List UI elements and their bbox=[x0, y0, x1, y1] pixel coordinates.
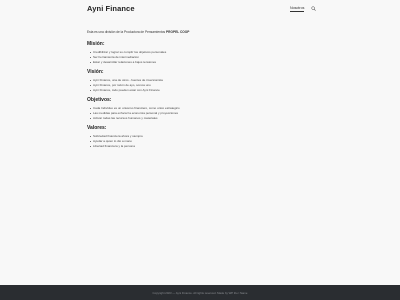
list-item: Estar y desarrollar relaciones a bajos t… bbox=[89, 60, 313, 65]
intro-prefix: Esta es una división de la Productora de… bbox=[87, 30, 167, 34]
section-objetivos: Objetivos: Cada Individuo es un universo… bbox=[87, 97, 313, 121]
main-content: Esta es una división de la Productora de… bbox=[87, 30, 313, 153]
page: Ayni Finance Nosotros Esta es una divisi… bbox=[0, 0, 400, 300]
intro-brand: PROPEL COOP bbox=[166, 30, 190, 34]
section-title: Objetivos: bbox=[87, 97, 112, 103]
section-title: Valores: bbox=[87, 125, 107, 131]
intro-text: Esta es una división de la Productora de… bbox=[87, 30, 313, 34]
footer-copyright: Copyright 2023 — Ayni Finance. All right… bbox=[152, 290, 248, 295]
section-title: Visión: bbox=[87, 69, 104, 75]
section-vision: Visión: Ayni Finance, una de otros - fue… bbox=[87, 69, 313, 93]
section-mision: Misión: Credibilizar y lograr su cumplir… bbox=[87, 41, 313, 65]
site-header: Ayni Finance Nosotros bbox=[0, 0, 400, 20]
site-footer: Copyright 2023 — Ayni Finance. All right… bbox=[0, 285, 400, 300]
list-item: Ayni Finance, todo pueden estar con Ayni… bbox=[89, 88, 313, 93]
section-valores: Valores: Sobriedad financiera ahora y si… bbox=[87, 125, 313, 149]
search-icon[interactable] bbox=[311, 5, 316, 11]
section-title: Misión: bbox=[87, 41, 105, 47]
list-item: Activar todas las recursos humanos y mat… bbox=[89, 116, 313, 121]
site-title[interactable]: Ayni Finance bbox=[87, 4, 135, 13]
section-list: Cada Individuo es un universo financiero… bbox=[87, 106, 313, 121]
section-list: Ayni Finance, una de otros - fuentes de … bbox=[87, 78, 313, 93]
list-item: Libertad financiera y la persona bbox=[89, 144, 313, 149]
nav-item-nosotros[interactable]: Nosotros bbox=[290, 6, 305, 12]
section-list: Credibilizar y lograr su cumplir los obj… bbox=[87, 50, 313, 65]
section-list: Sobriedad financiera ahora y siempre Ayu… bbox=[87, 134, 313, 149]
